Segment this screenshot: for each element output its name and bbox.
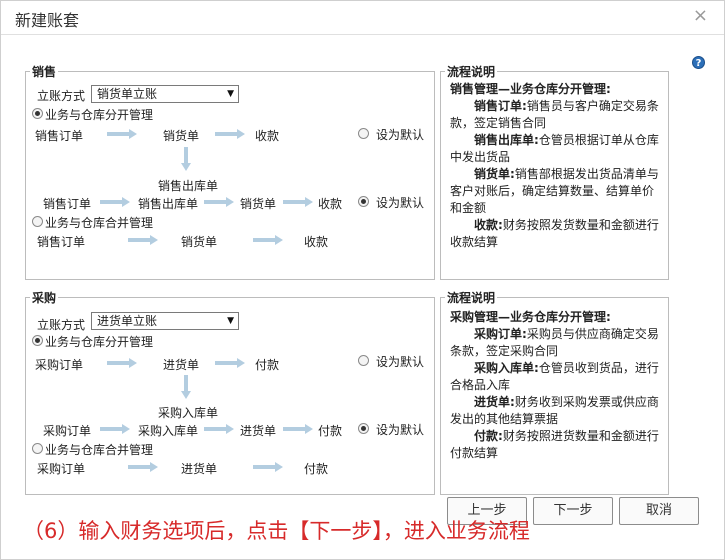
arrow-down-icon xyxy=(181,375,191,399)
sales-option-merged: 业务与仓库合并管理 xyxy=(45,216,154,230)
sales-flow2-node: 销货单 xyxy=(240,197,277,211)
sales-desc-item: 销售订单:销售员与客户确定交易条款，签定销售合同 xyxy=(450,99,659,130)
arrow-right-icon xyxy=(128,235,158,245)
dialog-title: 新建账套 xyxy=(15,11,80,30)
arrow-right-icon xyxy=(253,235,283,245)
chevron-down-icon: ▼ xyxy=(227,89,234,99)
purchase-desc-item: 进货单:财务收到采购发票或供应商发出的其他结算票据 xyxy=(450,395,659,426)
purchase-flow2-node: 采购订单 xyxy=(43,424,92,438)
purchase-flow2-node: 进货单 xyxy=(240,424,277,438)
sales-flow3-node: 销货单 xyxy=(181,235,218,249)
sales-set-default-label: 设为默认 xyxy=(376,128,425,142)
purchase-option-separate: 业务与仓库分开管理 xyxy=(45,335,154,349)
help-icon[interactable]: ? xyxy=(692,56,705,69)
sales-mid-node: 销售出库单 xyxy=(158,179,219,193)
purchase-desc-item: 付款:财务按照进货数量和金额进行付款结算 xyxy=(450,429,659,460)
purchase-set-default-label: 设为默认 xyxy=(376,423,425,437)
purchase-legend: 采购 xyxy=(32,291,57,305)
sales-flow2-node: 销售出库单 xyxy=(138,197,199,211)
sales-option-separate: 业务与仓库分开管理 xyxy=(45,108,154,122)
purchase-default-radio-1[interactable] xyxy=(358,355,369,366)
purchase-flow1-node: 进货单 xyxy=(163,358,200,372)
purchase-desc-legend: 流程说明 xyxy=(447,291,496,305)
purchase-flow3-node: 付款 xyxy=(304,462,329,476)
purchase-desc-item: 采购入库单:仓管员收到货品，进行合格品入库 xyxy=(450,361,659,392)
purchase-desc-text: 采购管理—业务仓库分开管理: 采购订单:采购员与供应商确定交易条款，签定采购合同… xyxy=(450,309,660,462)
cancel-button[interactable]: 取消 xyxy=(619,497,699,525)
purchase-method-label: 立账方式 xyxy=(37,318,86,332)
purchase-method-value: 进货单立账 xyxy=(97,314,158,328)
purchase-radio-separate[interactable] xyxy=(32,335,43,346)
arrow-right-icon xyxy=(253,462,283,472)
sales-default-radio-2[interactable] xyxy=(358,196,369,207)
sales-desc-text: 销售管理—业务仓库分开管理: 销售订单:销售员与客户确定交易条款，签定销售合同 … xyxy=(450,81,660,251)
instruction-caption: （6）输入财务选项后，点击【下一步】，进入业务流程 xyxy=(23,519,530,543)
purchase-desc-heading: 采购管理—业务仓库分开管理: xyxy=(450,310,611,324)
purchase-method-select[interactable]: 进货单立账 ▼ xyxy=(91,312,239,330)
purchase-flow3-node: 采购订单 xyxy=(37,462,86,476)
close-icon[interactable]: × xyxy=(693,6,708,26)
arrow-right-icon xyxy=(215,129,245,139)
purchase-flow3-node: 进货单 xyxy=(181,462,218,476)
purchase-set-default-label: 设为默认 xyxy=(376,355,425,369)
arrow-right-icon xyxy=(128,462,158,472)
arrow-right-icon xyxy=(283,424,313,434)
arrow-right-icon xyxy=(100,197,130,207)
purchase-flow1-node: 采购订单 xyxy=(35,358,84,372)
next-step-button[interactable]: 下一步 xyxy=(533,497,613,525)
sales-default-radio-1[interactable] xyxy=(358,128,369,139)
sales-flow3-node: 销售订单 xyxy=(37,235,86,249)
new-account-dialog: 新建账套 × ? 销售 立账方式 销货单立账 ▼ 业务与仓库分开管理 销售订单 … xyxy=(0,0,725,560)
sales-method-select[interactable]: 销货单立账 ▼ xyxy=(91,85,239,103)
sales-method-value: 销货单立账 xyxy=(97,87,158,101)
arrow-right-icon xyxy=(204,197,234,207)
sales-desc-item: 销售出库单:仓管员根据订单从仓库中发出货品 xyxy=(450,133,659,164)
arrow-right-icon xyxy=(283,197,313,207)
purchase-desc-item: 采购订单:采购员与供应商确定交易条款，签定采购合同 xyxy=(450,327,659,358)
purchase-flow2-node: 采购入库单 xyxy=(138,424,199,438)
arrow-down-icon xyxy=(181,147,191,171)
arrow-right-icon xyxy=(100,424,130,434)
purchase-flow2-node: 付款 xyxy=(318,424,343,438)
purchase-radio-merged[interactable] xyxy=(32,443,43,454)
sales-flow1-node: 销售订单 xyxy=(35,129,84,143)
sales-flow2-node: 销售订单 xyxy=(43,197,92,211)
purchase-flow1-node: 付款 xyxy=(255,358,280,372)
purchase-default-radio-2[interactable] xyxy=(358,423,369,434)
sales-desc-item: 收款:财务按照发货数量和金额进行收款结算 xyxy=(450,218,659,249)
purchase-mid-node: 采购入库单 xyxy=(158,406,219,420)
sales-flow1-node: 销货单 xyxy=(163,129,200,143)
arrow-right-icon xyxy=(107,129,137,139)
sales-radio-separate[interactable] xyxy=(32,108,43,119)
sales-set-default-label: 设为默认 xyxy=(376,196,425,210)
sales-desc-legend: 流程说明 xyxy=(447,65,496,79)
dialog-titlebar: 新建账套 × xyxy=(1,1,724,35)
purchase-option-merged: 业务与仓库合并管理 xyxy=(45,443,154,457)
sales-method-label: 立账方式 xyxy=(37,89,86,103)
sales-radio-merged[interactable] xyxy=(32,216,43,227)
sales-legend: 销售 xyxy=(32,65,57,79)
sales-desc-item: 销货单:销售部根据发出货品清单与客户对账后，确定结算数量、结算单价和金额 xyxy=(450,167,659,215)
arrow-right-icon xyxy=(107,358,137,368)
arrow-right-icon xyxy=(215,358,245,368)
arrow-right-icon xyxy=(204,424,234,434)
sales-flow3-node: 收款 xyxy=(304,235,329,249)
sales-desc-heading: 销售管理—业务仓库分开管理: xyxy=(450,82,611,96)
sales-flow1-node: 收款 xyxy=(255,129,280,143)
chevron-down-icon: ▼ xyxy=(227,316,234,326)
sales-flow2-node: 收款 xyxy=(318,197,343,211)
